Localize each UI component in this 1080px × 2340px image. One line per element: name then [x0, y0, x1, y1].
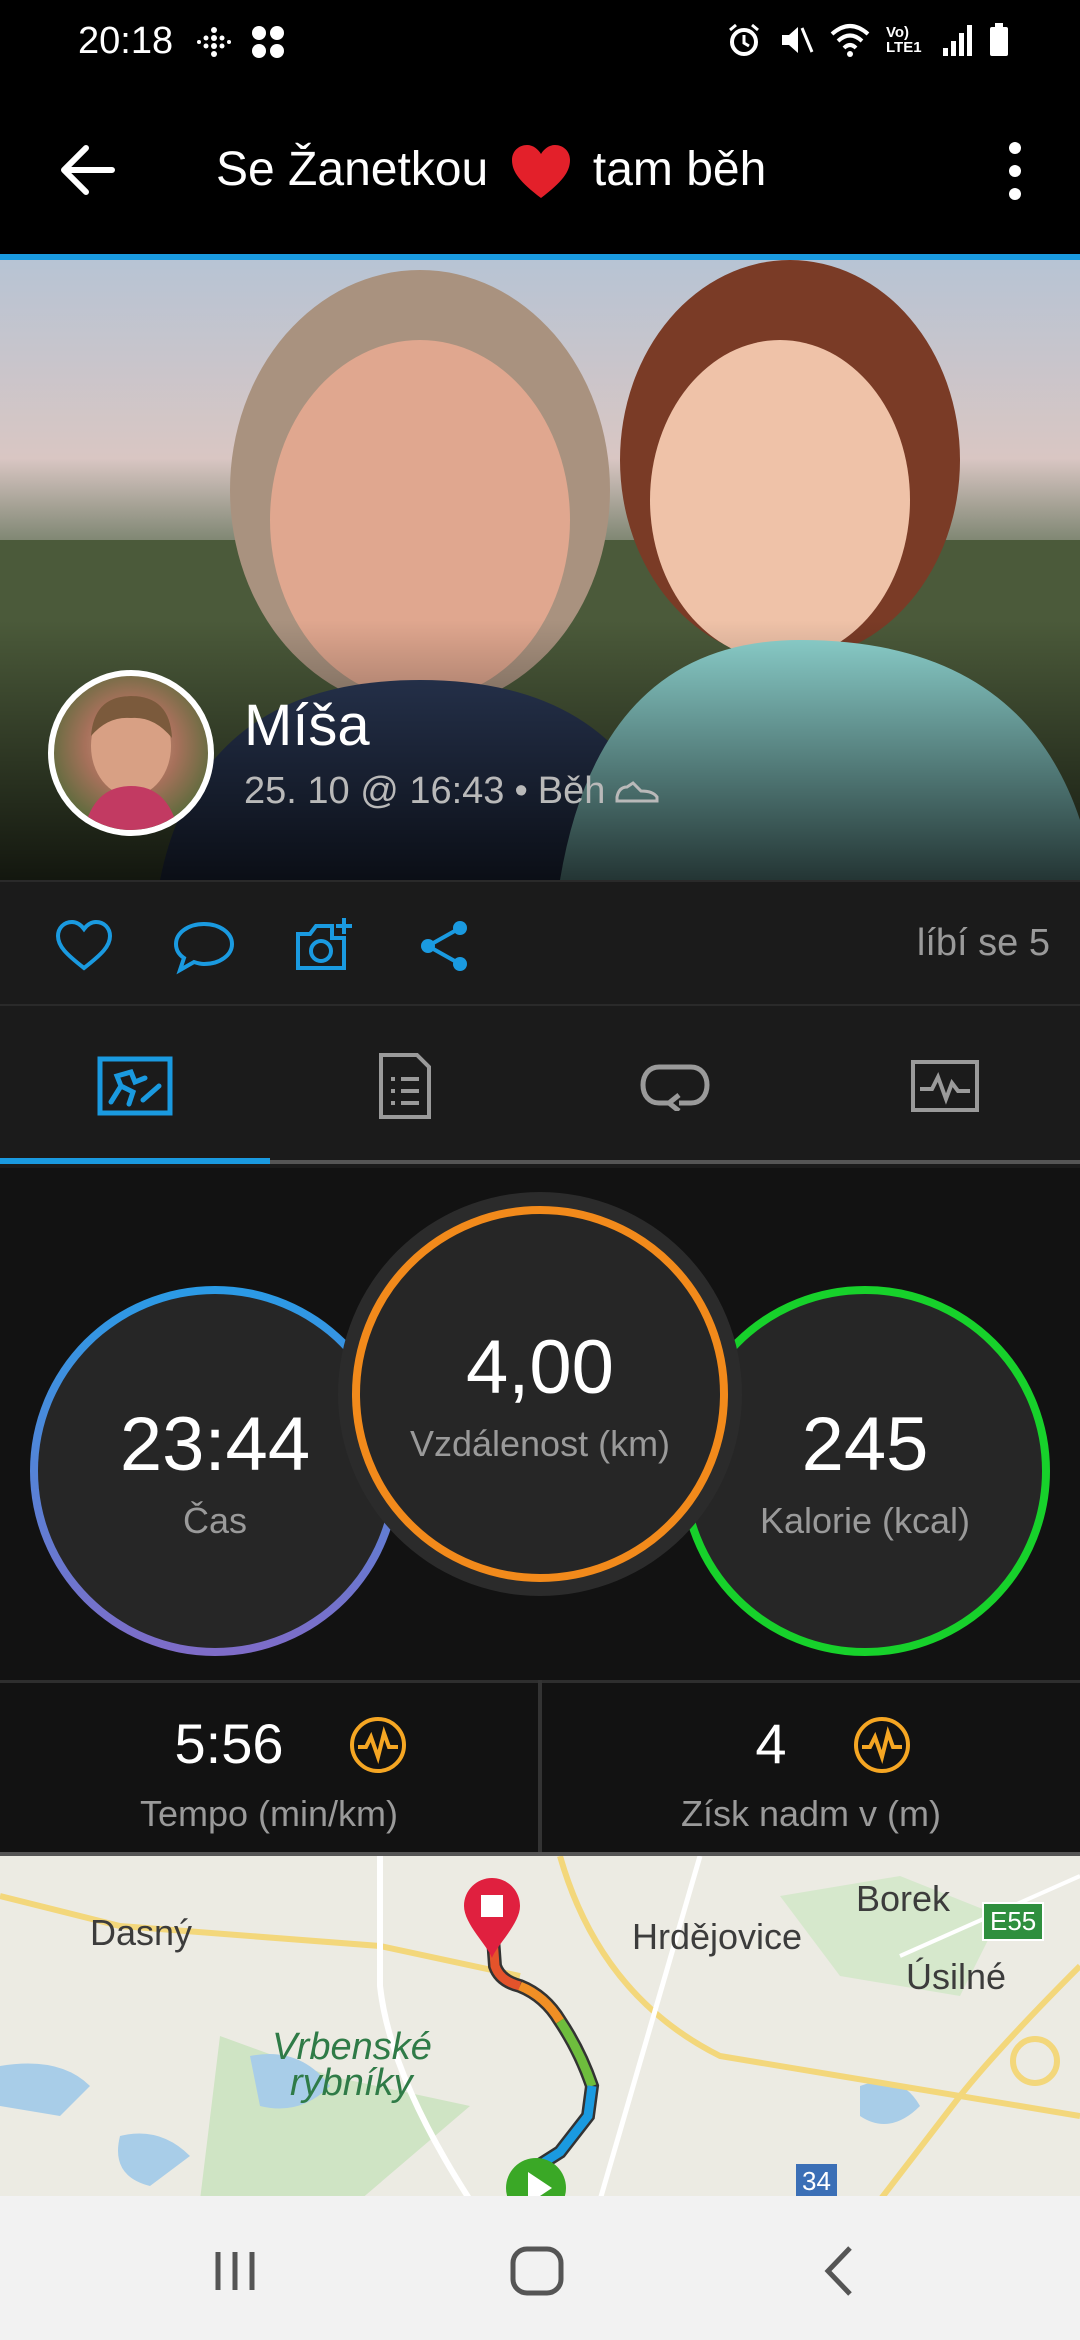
heart-emoji-icon — [511, 145, 570, 199]
wifi-icon — [830, 24, 870, 57]
stats-divider — [538, 1680, 542, 1852]
road-badge-e55: E55 — [982, 1902, 1045, 1941]
time-value: 23:44 — [119, 1401, 311, 1487]
running-shoe-icon — [615, 780, 659, 802]
recents-icon[interactable] — [200, 2236, 270, 2306]
elevation-stat[interactable]: 4 Získ nadm v (m) — [542, 1683, 1080, 1855]
runner-overview-icon — [97, 1056, 173, 1116]
activity-photo[interactable]: Míša 25. 10 @ 16:43 • Běh — [0, 260, 1080, 880]
like-heart-icon[interactable] — [52, 914, 116, 978]
activity-date-time: 25. 10 @ 16:43 — [244, 770, 505, 812]
map-place-hrdejovice: Hrdějovice — [632, 1916, 803, 1957]
status-time: 20:18 — [78, 20, 174, 62]
tab-track — [270, 1160, 1080, 1164]
tab-charts[interactable] — [810, 1006, 1080, 1166]
activity-type: Běh — [537, 770, 606, 812]
map-place-usilne: Úsilné — [906, 1956, 1007, 1997]
map-place-borek: Borek — [856, 1878, 951, 1919]
meta-separator: • — [514, 770, 528, 812]
map-place-dasny: Dasný — [90, 1912, 193, 1953]
tab-overview[interactable] — [0, 1006, 270, 1166]
avatar-portrait — [84, 696, 178, 830]
map-place-rybniky: rybníky — [290, 2062, 413, 2104]
apps-icon — [252, 26, 284, 58]
avatar[interactable] — [48, 670, 214, 836]
calories-ring: 245 Kalorie (kcal) — [680, 1286, 1050, 1656]
pace-label: Tempo (min/km) — [139, 1793, 399, 1834]
alarm-icon — [729, 23, 759, 56]
time-ring: 23:44 Čas — [30, 1286, 400, 1656]
volte-lte-icon: Vo) LTE1 — [886, 24, 922, 56]
add-photo-icon[interactable] — [292, 914, 356, 978]
road-badge-34: 34 — [796, 2164, 837, 2196]
share-icon[interactable] — [412, 914, 476, 978]
tab-active-indicator — [0, 1158, 270, 1164]
stats-panel: 23:44 Čas 245 Kalorie (kcal) 4,00 Vzdále… — [0, 1168, 1080, 1680]
back-arrow-icon[interactable] — [52, 134, 124, 206]
pace-activity-badge-icon — [350, 1717, 406, 1773]
system-navigation-bar — [0, 2196, 1080, 2340]
route-end-pin-icon — [464, 1878, 520, 1958]
calories-value: 245 — [801, 1401, 929, 1487]
fitbit-icon — [197, 27, 231, 57]
mute-icon — [782, 27, 814, 53]
signal-icon — [943, 25, 972, 56]
loop-icon — [640, 1064, 710, 1111]
comment-icon[interactable] — [172, 914, 236, 978]
route-map[interactable]: Dasný Hrdějovice Borek Úsilné Vrbenské r… — [0, 1852, 1080, 2196]
social-action-row: líbí se 5 — [0, 880, 1080, 1006]
distance-label: Vzdálenost (km) — [409, 1422, 671, 1464]
activity-tabs — [0, 1006, 1080, 1170]
activity-meta: 25. 10 @ 16:43 • Běh — [244, 770, 659, 813]
likes-count[interactable]: líbí se 5 — [917, 922, 1050, 965]
status-bar: 20:18 Vo) LTE1 — [0, 0, 1080, 86]
title-text-start: Se Žanetkou — [216, 143, 489, 196]
page-title: Se Žanetkou tam běh — [216, 142, 766, 200]
pace-value: 5:56 — [174, 1712, 284, 1775]
home-icon[interactable] — [502, 2236, 572, 2306]
title-text-end: tam běh — [592, 143, 767, 196]
route-start-pin-icon — [506, 2158, 566, 2196]
calories-label: Kalorie (kcal) — [759, 1499, 971, 1541]
tab-details[interactable] — [270, 1006, 540, 1166]
user-name[interactable]: Míša — [244, 692, 370, 759]
pace-stat[interactable]: 5:56 Tempo (min/km) — [0, 1683, 538, 1855]
document-list-icon — [379, 1053, 431, 1119]
back-icon[interactable] — [806, 2236, 876, 2306]
elevation-activity-badge-icon — [854, 1717, 910, 1773]
time-label: Čas — [182, 1499, 248, 1541]
more-options-icon[interactable] — [980, 136, 1050, 206]
elevation-label: Získ nadm v (m) — [680, 1793, 941, 1834]
app-bar: Se Žanetkou tam běh — [0, 86, 1080, 256]
chart-icon — [911, 1060, 979, 1112]
elevation-value: 4 — [755, 1712, 787, 1775]
distance-value: 4,00 — [466, 1324, 614, 1410]
battery-icon — [990, 23, 1008, 56]
tab-laps[interactable] — [540, 1006, 810, 1166]
distance-ring: 4,00 Vzdálenost (km) — [352, 1206, 728, 1582]
